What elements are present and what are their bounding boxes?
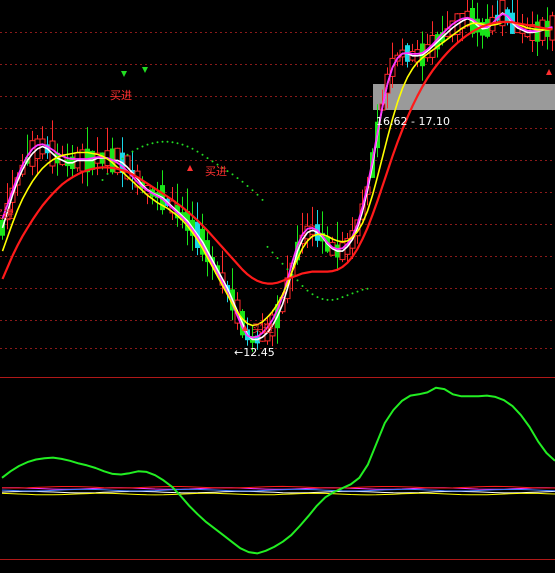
signal-dot	[351, 292, 354, 295]
signal-dot	[266, 245, 269, 248]
signal-dot	[191, 147, 194, 150]
low-price-label: ←12.45	[234, 346, 275, 359]
signal-dot	[231, 173, 234, 176]
signal-dot	[211, 160, 214, 163]
signal-dot	[281, 262, 284, 265]
signal-dot	[336, 298, 339, 300]
signal-dot	[151, 142, 154, 145]
signal-dot	[106, 172, 109, 175]
signal-dot	[301, 285, 304, 287]
signal-dot	[206, 157, 209, 160]
signal-dot	[241, 180, 244, 183]
signal-dot	[286, 268, 289, 271]
signal-dot	[256, 193, 259, 196]
signal-dot	[166, 140, 169, 143]
signal-dot	[161, 140, 164, 143]
signal-dot	[361, 288, 364, 291]
price-range-band	[373, 84, 555, 110]
signal-dot	[181, 143, 184, 146]
buy-signal-label: 买进	[205, 165, 227, 178]
signal-dot	[156, 141, 159, 144]
signal-dot	[321, 298, 324, 300]
signal-dot	[261, 198, 264, 201]
signal-dot	[171, 141, 174, 144]
signal-dot	[136, 147, 139, 150]
signal-dot	[316, 296, 319, 299]
range-price-label: 16.62 - 17.10	[376, 115, 450, 128]
signal-dot	[101, 179, 104, 181]
signal-dot	[186, 145, 189, 148]
signal-dot	[176, 142, 179, 145]
signal-dot	[196, 150, 199, 153]
buy-signal-label-partial: 买进	[0, 208, 14, 221]
signal-dot	[246, 185, 249, 187]
signal-dot	[141, 145, 144, 148]
signal-dot	[356, 290, 359, 293]
buy-signal-label: 买进	[252, 322, 274, 335]
signal-dot	[236, 177, 239, 180]
signal-dot	[331, 298, 334, 301]
stock-chart: 16.62 - 17.10 ←12.45 买进 买进 买进 买进	[0, 0, 555, 573]
signal-dot	[126, 153, 129, 156]
signal-dot	[296, 279, 299, 282]
signal-dot	[346, 294, 349, 297]
signal-dot	[326, 298, 329, 301]
signal-dot	[131, 150, 134, 153]
signal-dot	[251, 189, 254, 192]
signal-dot	[201, 153, 204, 156]
buy-signal-label: 买进	[110, 89, 132, 102]
signal-dot	[146, 143, 149, 146]
signal-dot	[271, 251, 274, 254]
signal-dot	[311, 293, 314, 296]
signal-dot	[341, 296, 344, 299]
signal-dot	[366, 287, 369, 290]
signal-dot	[276, 257, 279, 260]
signal-dot	[121, 157, 124, 160]
signal-dot	[306, 289, 309, 292]
